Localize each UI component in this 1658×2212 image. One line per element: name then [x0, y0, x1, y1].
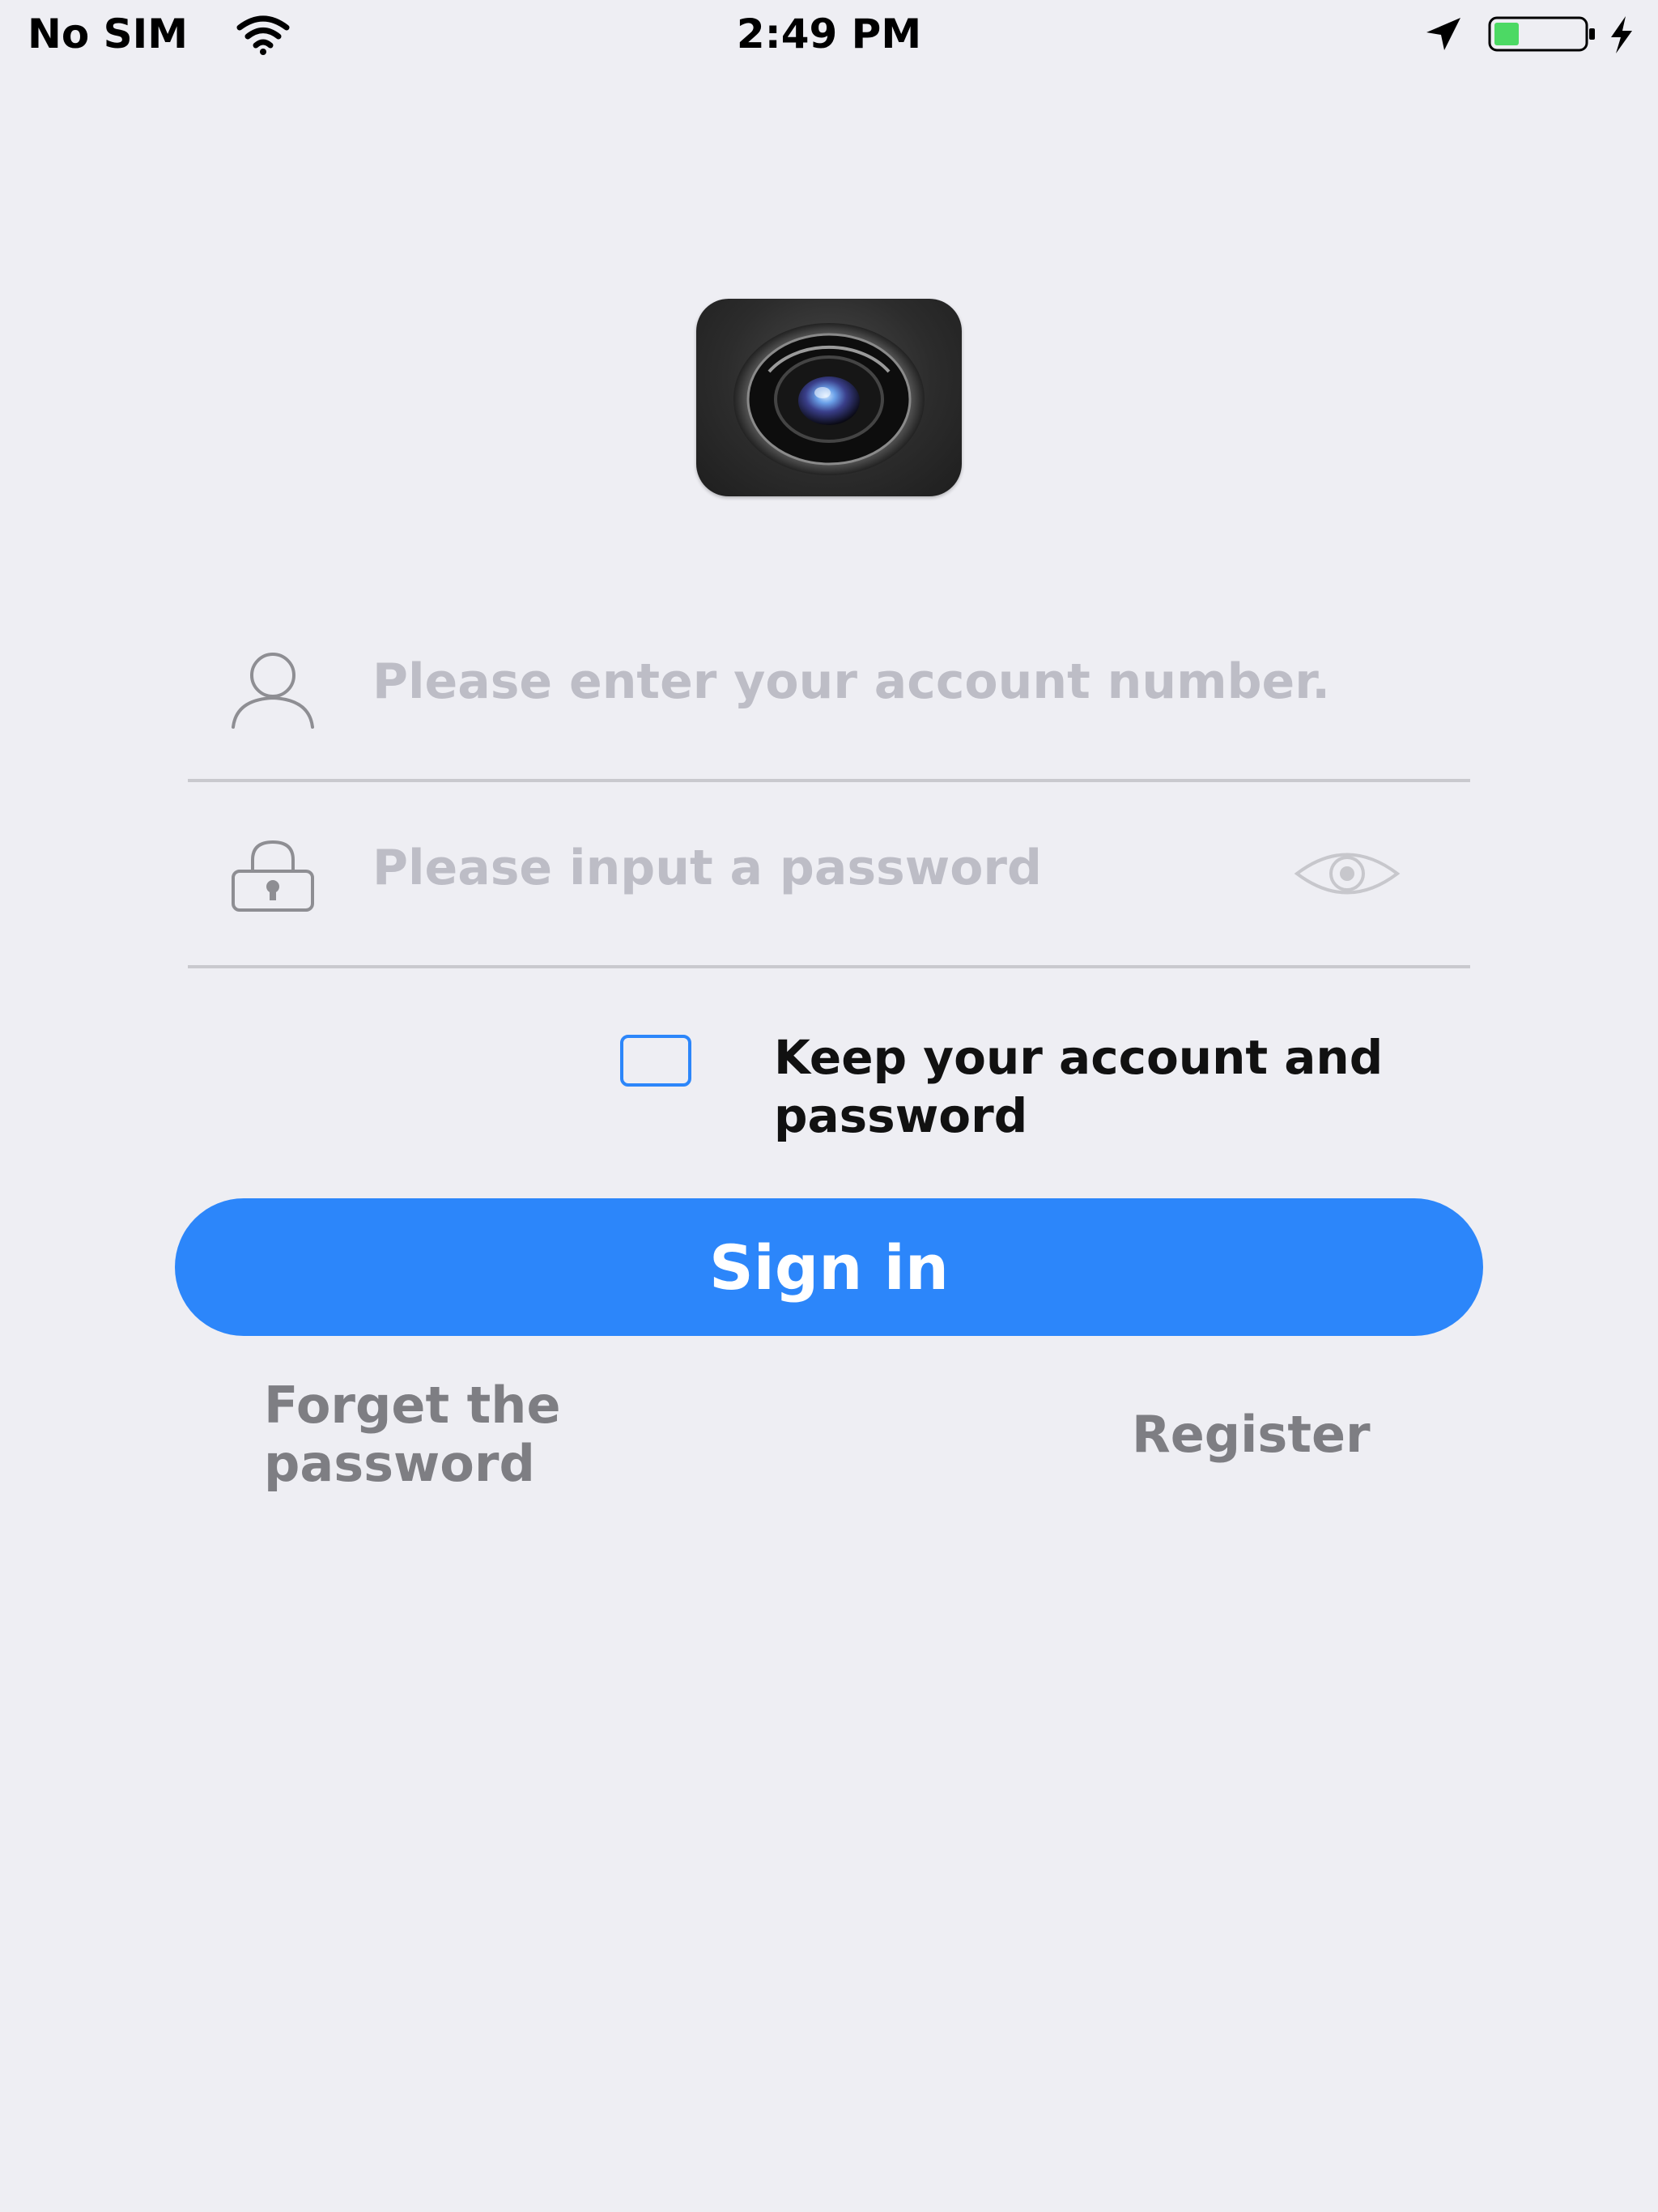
- sign-in-label: Sign in: [709, 1231, 949, 1304]
- forget-password-link[interactable]: Forget the password: [264, 1376, 717, 1493]
- camera-lens-icon: [733, 323, 925, 475]
- account-input[interactable]: [372, 648, 1473, 716]
- lock-icon: [232, 840, 314, 912]
- password-visibility-toggle[interactable]: [1294, 845, 1401, 902]
- battery-icon: [1488, 16, 1595, 52]
- password-divider: [188, 965, 1470, 968]
- location-arrow-icon: [1426, 18, 1460, 50]
- time-label: 2:49 PM: [736, 11, 922, 57]
- account-divider: [188, 779, 1470, 782]
- app-logo: [696, 299, 962, 496]
- status-time: 2:49 PM: [0, 6, 1658, 62]
- remember-label: Keep your account and password: [774, 1030, 1384, 1143]
- password-input[interactable]: [372, 834, 1279, 902]
- eye-icon: [1294, 853, 1401, 895]
- register-link[interactable]: Register: [1132, 1406, 1371, 1464]
- sign-in-button[interactable]: Sign in: [175, 1198, 1483, 1336]
- user-icon: [232, 653, 314, 729]
- remember-checkbox[interactable]: [620, 1035, 691, 1087]
- charging-bolt-icon: [1611, 16, 1632, 53]
